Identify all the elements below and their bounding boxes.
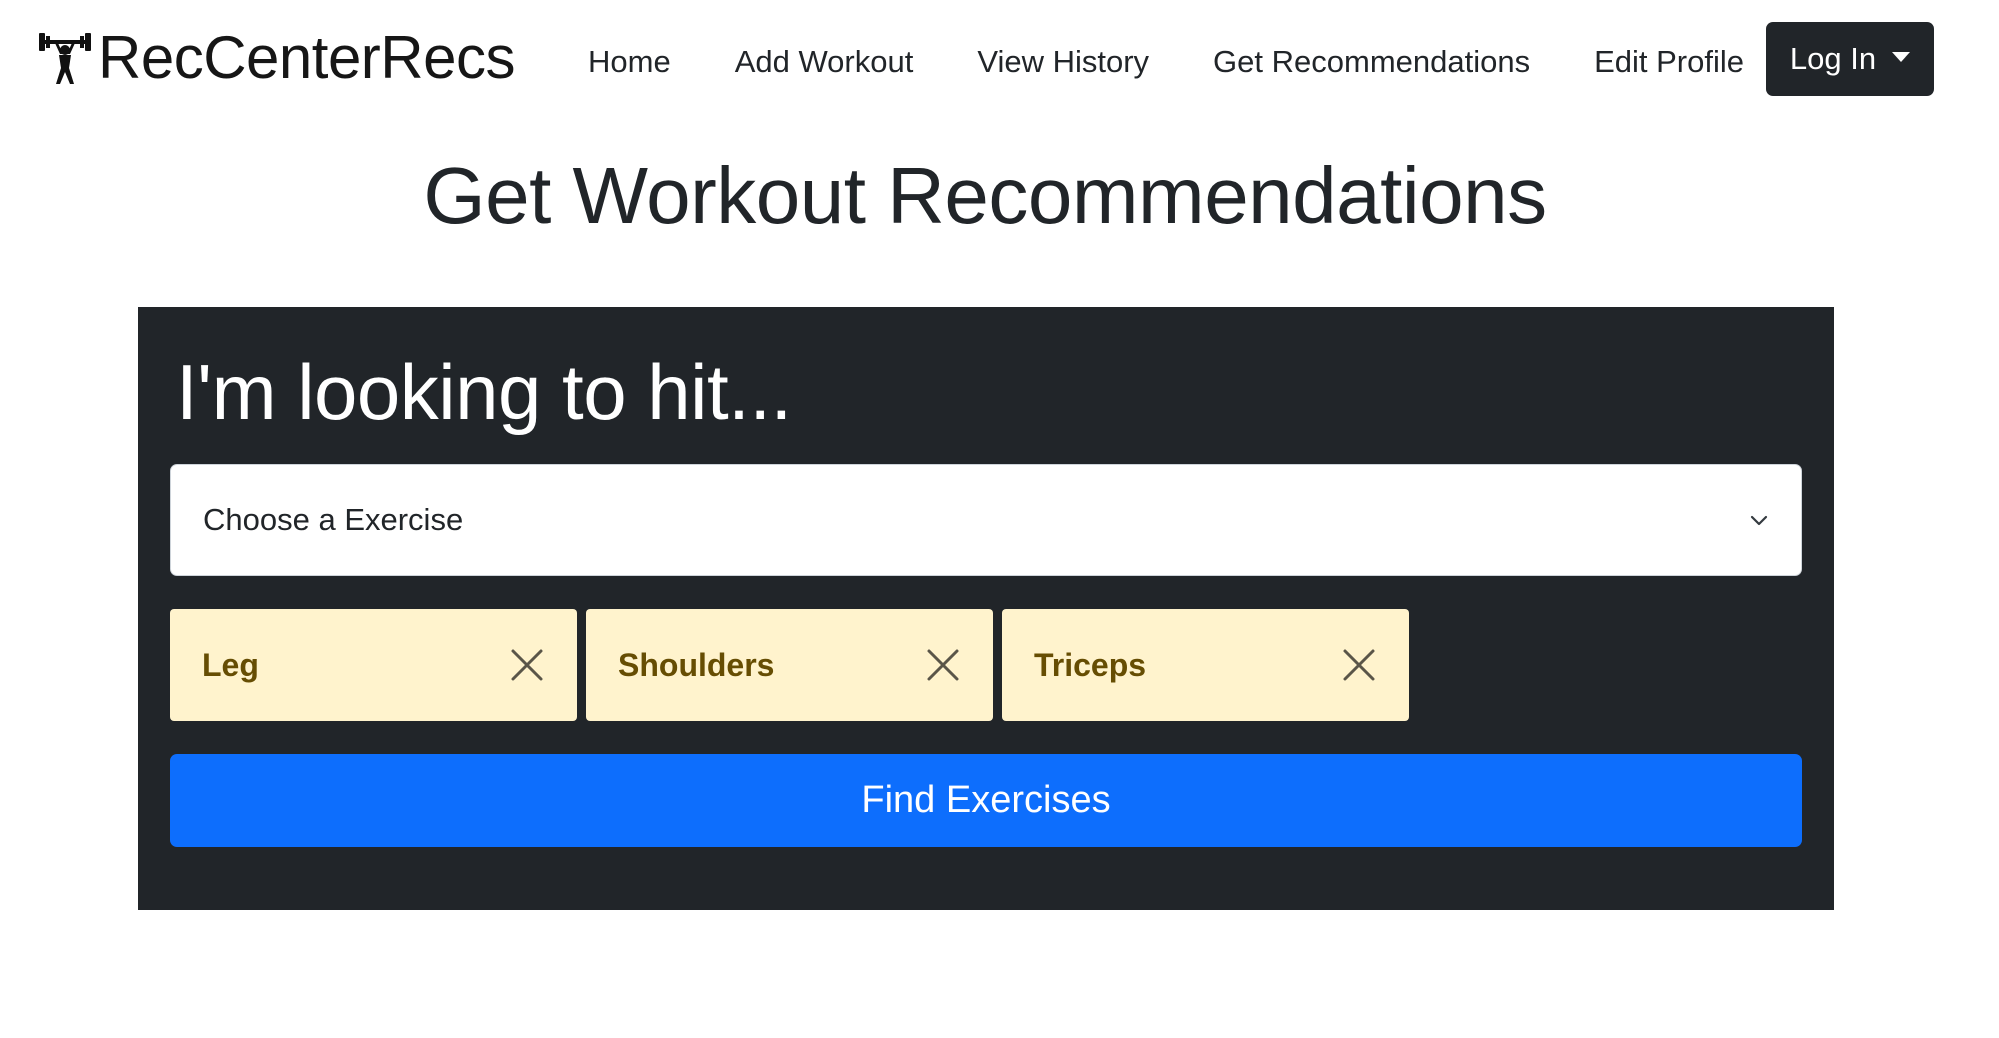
brand-link[interactable]: RecCenterRecs <box>36 22 516 92</box>
tag-label: Triceps <box>1034 646 1147 683</box>
card-heading: I'm looking to hit... <box>176 348 792 436</box>
tag-triceps: Triceps <box>1002 609 1409 721</box>
close-icon[interactable] <box>509 647 545 683</box>
nav-add-workout-link[interactable]: Add Workout <box>735 44 914 80</box>
close-icon[interactable] <box>1341 647 1377 683</box>
selected-tags: Leg Shoulders Triceps <box>170 609 1418 721</box>
page-title: Get Workout Recommendations <box>423 151 1547 240</box>
login-label: Log In <box>1789 41 1877 76</box>
navbar: RecCenterRecs Home Add Workout View Hist… <box>0 0 1999 120</box>
tag-shoulders: Shoulders <box>586 609 993 721</box>
tag-label: Leg <box>202 646 259 683</box>
find-exercises-label: Find Exercises <box>861 779 1111 821</box>
nav-get-recommendations-link[interactable]: Get Recommendations <box>1213 44 1530 80</box>
login-dropdown-button[interactable]: Log In <box>1766 22 1934 96</box>
weightlifter-icon <box>36 27 94 87</box>
nav-links: Home Add Workout View History Get Recomm… <box>560 34 1744 90</box>
find-exercises-button[interactable]: Find Exercises <box>170 754 1802 847</box>
tag-leg: Leg <box>170 609 577 721</box>
brand-name: RecCenterRecs <box>98 23 516 91</box>
close-icon[interactable] <box>925 647 961 683</box>
exercise-select[interactable]: Choose a Exercise <box>170 464 1802 576</box>
caret-down-icon <box>1892 52 1911 62</box>
nav-home-link[interactable]: Home <box>560 44 671 80</box>
tag-label: Shoulders <box>618 646 775 683</box>
nav-view-history-link[interactable]: View History <box>977 44 1149 80</box>
exercise-select-value: Choose a Exercise <box>203 502 464 537</box>
chevron-down-icon <box>1747 508 1771 532</box>
nav-edit-profile-link[interactable]: Edit Profile <box>1594 44 1744 80</box>
recommendation-card: I'm looking to hit... Choose a Exercise … <box>138 307 1834 910</box>
